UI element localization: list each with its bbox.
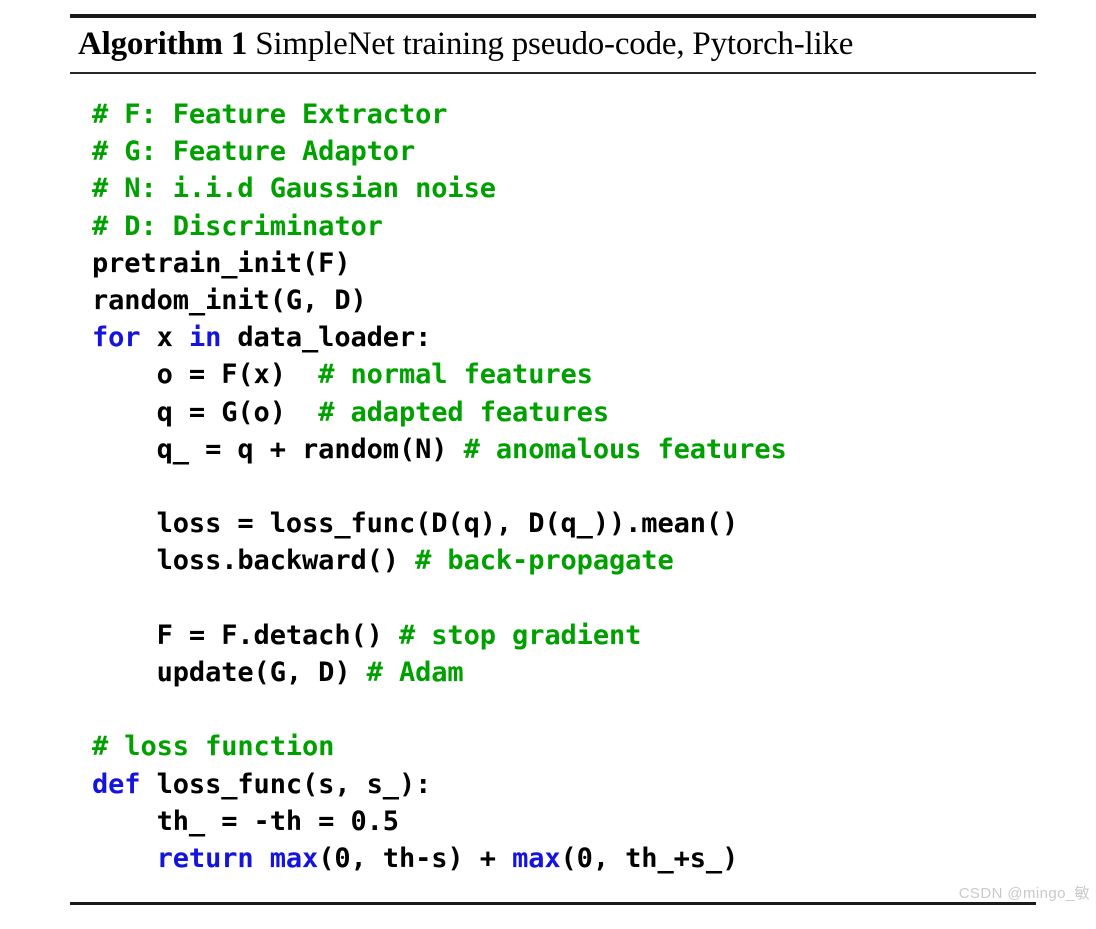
code-token-comment: # stop gradient (398, 619, 642, 651)
code-token-comment: # Adam (366, 657, 464, 689)
code-token-plain: loss.backward() (92, 545, 416, 577)
code-line: # G: Feature Adaptor (92, 133, 1036, 170)
code-token-comment: # N: i.i.d Gaussian noise (92, 173, 496, 205)
algorithm-bottom-rule-wrap (70, 902, 1036, 905)
code-token-keyword: max (269, 843, 319, 875)
code-token-comment: # normal features (318, 359, 593, 391)
code-token-plain: x (140, 322, 189, 354)
code-token-keyword: in (188, 322, 222, 354)
algorithm-label: Algorithm 1 (78, 26, 248, 62)
code-line: loss = loss_func(D(q), D(q_)).mean() (92, 505, 1036, 542)
code-token-comment: # G: Feature Adaptor (92, 136, 416, 168)
code-token-keyword: max (512, 843, 561, 875)
code-line: def loss_func(s, s_): (92, 766, 1036, 803)
algorithm-bottom-rule (70, 902, 1036, 905)
code-token-comment: # F: Feature Extractor (92, 99, 448, 130)
code-token-plain: (0, th_+s_) (560, 843, 739, 875)
code-line: # D: Discriminator (92, 208, 1036, 245)
code-token-plain: update(G, D) (92, 657, 367, 689)
code-line: random_init(G, D) (92, 282, 1036, 319)
code-line: # N: i.i.d Gaussian noise (92, 170, 1036, 207)
code-line: # loss function (92, 728, 1036, 765)
code-line: loss.backward() # back-propagate (92, 542, 1036, 579)
code-line: th_ = -th = 0.5 (92, 803, 1036, 840)
code-line: q = G(o) # adapted features (92, 394, 1036, 431)
code-line: q_ = q + random(N) # anomalous features (92, 431, 1036, 468)
code-line: return max(0, th-s) + max(0, th_+s_) (92, 840, 1036, 877)
code-token-plain: random_init(G, D) (92, 285, 367, 317)
code-token-plain: th_ = -th = 0.5 (92, 805, 399, 837)
algorithm-block: Algorithm 1 SimpleNet training pseudo-co… (70, 14, 1036, 897)
code-token-plain: q = G(o) (92, 396, 319, 428)
code-token-plain: pretrain_init(F) (92, 247, 351, 279)
code-line: F = F.detach() # stop gradient (92, 617, 1036, 654)
code-token-keyword: def (92, 768, 141, 800)
code-token-plain: o = F(x) (92, 359, 319, 391)
code-token-plain: loss = loss_func(D(q), D(q_)).mean() (92, 508, 739, 540)
code-token-plain: (0, th-s) + (318, 843, 513, 875)
code-line: update(G, D) # Adam (92, 654, 1036, 691)
algorithm-title: Algorithm 1 SimpleNet training pseudo-co… (70, 18, 1036, 70)
code-line: pretrain_init(F) (92, 245, 1036, 282)
code-token-plain: F = F.detach() (92, 619, 399, 651)
code-token-plain: loss_func(s, s_): (140, 768, 432, 800)
code-token-comment: # adapted features (318, 396, 609, 428)
code-token-comment: # loss function (92, 731, 335, 763)
csdn-watermark: CSDN @mingo_敏 (958, 885, 1090, 902)
code-token-keyword: return (156, 843, 254, 875)
code-token-comment: # back-propagate (415, 545, 674, 577)
code-token-plain: data_loader: (221, 322, 432, 354)
code-token-comment: # D: Discriminator (92, 210, 383, 242)
code-line: for x in data_loader: (92, 319, 1036, 356)
code-line: # F: Feature Extractor (92, 96, 1036, 133)
pseudocode-listing: # F: Feature Extractor # G: Feature Adapt… (70, 74, 1036, 897)
code-token-plain: q_ = q + random(N) (92, 433, 464, 465)
code-token-comment: # anomalous features (463, 433, 787, 465)
algorithm-caption: SimpleNet training pseudo-code, Pytorch-… (255, 26, 854, 62)
code-token-keyword: for (92, 322, 141, 354)
code-line: o = F(x) # normal features (92, 356, 1036, 393)
